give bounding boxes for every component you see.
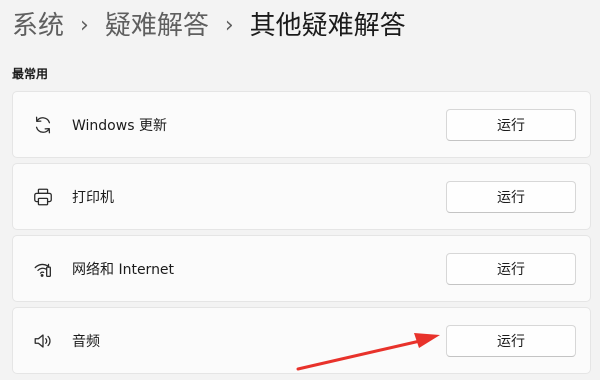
- network-icon: [31, 257, 55, 281]
- troubleshooter-audio: 音频 运行: [12, 307, 591, 374]
- run-network-button[interactable]: 运行: [446, 252, 576, 285]
- breadcrumb-system[interactable]: 系统: [12, 6, 64, 46]
- troubleshooter-label: Windows 更新: [72, 117, 167, 134]
- troubleshooter-windows-update: Windows 更新 运行: [12, 91, 591, 158]
- troubleshooter-label: 音频: [72, 333, 100, 350]
- section-heading: 最常用: [12, 67, 49, 81]
- page-title: 其他疑难解答: [249, 11, 406, 41]
- troubleshooter-printer: 打印机 运行: [12, 163, 591, 230]
- speaker-icon: [31, 329, 55, 353]
- printer-icon: [31, 185, 55, 209]
- run-windows-update-button[interactable]: 运行: [446, 108, 576, 141]
- breadcrumb-chevron-icon: ›: [80, 13, 89, 38]
- troubleshooter-label: 网络和 Internet: [72, 261, 175, 278]
- breadcrumb: 系统 › 疑难解答 › 其他疑难解答: [12, 6, 406, 46]
- run-printer-button[interactable]: 运行: [446, 180, 576, 213]
- breadcrumb-chevron-icon: ›: [224, 13, 234, 38]
- refresh-icon: [31, 113, 55, 137]
- breadcrumb-troubleshoot[interactable]: 疑难解答: [105, 6, 209, 46]
- troubleshooter-label: 打印机: [72, 189, 114, 206]
- run-audio-button[interactable]: 运行: [446, 324, 576, 357]
- troubleshooter-network: 网络和 Internet 运行: [12, 235, 591, 302]
- settings-page: 系统 › 疑难解答 › 其他疑难解答 最常用 Windows 更新 运行 打印机…: [0, 0, 600, 380]
